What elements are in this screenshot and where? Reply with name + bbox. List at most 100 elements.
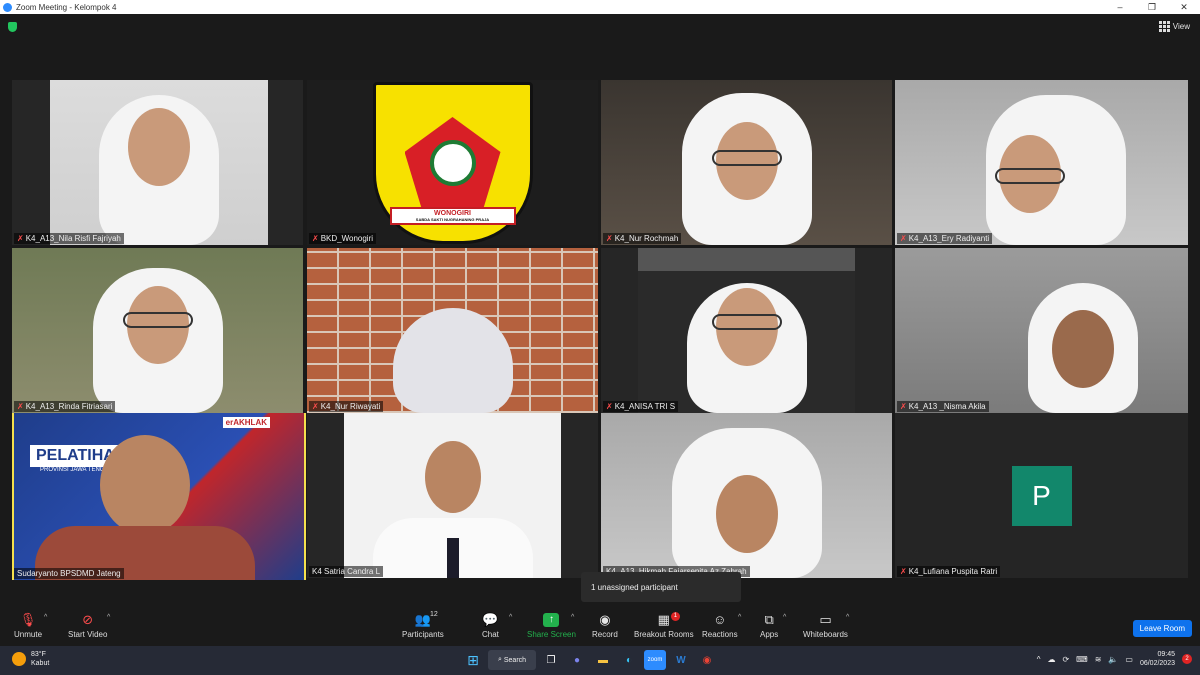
participant-name-label: ✗ K4_A13_Rinda Fitriasari — [14, 401, 116, 412]
participants-count: 12 — [430, 611, 438, 618]
unmute-label: Unmute — [14, 630, 43, 639]
notification-badge[interactable]: 2 — [1182, 654, 1192, 664]
view-button[interactable]: View — [1158, 21, 1190, 32]
file-explorer-icon[interactable]: ▬ — [592, 650, 614, 670]
meeting-topbar: View — [0, 14, 1200, 76]
start-video-button[interactable]: ⊘ Start Video — [68, 610, 107, 639]
taskbar-clock[interactable]: 09:45 06/02/2023 — [1140, 650, 1175, 668]
chrome-icon[interactable]: ◉ — [696, 650, 718, 670]
participant-tile[interactable]: ✗ K4_Nur Riwayati — [307, 248, 598, 413]
participant-video — [638, 248, 855, 413]
reactions-options-caret[interactable]: ^ — [738, 614, 741, 621]
tray-overflow-icon[interactable]: ^ — [1037, 655, 1041, 664]
share-screen-button[interactable]: ↑ Share Screen — [527, 610, 576, 639]
share-screen-label: Share Screen — [527, 630, 576, 639]
record-icon: ◉ — [599, 612, 611, 627]
chat-options-caret[interactable]: ^ — [509, 614, 512, 621]
participant-tile[interactable]: P ✗ K4_Lufiana Puspita Ratri — [895, 413, 1188, 578]
weather-condition: Kabut — [31, 660, 50, 667]
start-video-label: Start Video — [68, 630, 108, 639]
mic-muted-icon: ✗ — [17, 402, 24, 411]
participant-tile[interactable]: K4 Satria Candra L — [307, 413, 598, 578]
taskbar-search[interactable]: ⌕ Search — [488, 650, 536, 670]
wifi-icon[interactable]: ≋ — [1095, 655, 1102, 664]
reactions-button[interactable]: ☺ Reactions — [702, 610, 738, 639]
volume-icon[interactable]: 🔈 — [1108, 655, 1118, 664]
record-button[interactable]: ◉ Record — [592, 610, 618, 639]
windows-start-icon[interactable]: ⊞ — [462, 650, 484, 670]
apps-icon: ⧉ — [764, 612, 774, 627]
participant-video — [895, 80, 1188, 245]
record-label: Record — [592, 630, 618, 639]
whiteboards-button[interactable]: ▭ Whiteboards — [803, 610, 848, 639]
word-icon[interactable]: W — [670, 650, 692, 670]
unmute-button[interactable]: 🎙 Unmute — [14, 610, 42, 639]
edge-browser-icon[interactable]: ◐ — [618, 650, 640, 670]
share-options-caret[interactable]: ^ — [571, 614, 574, 621]
battery-icon[interactable]: ▭ — [1125, 655, 1133, 664]
participant-name: K4_Lufiana Puspita Ratri — [908, 567, 998, 576]
reactions-icon: ☺ — [713, 612, 727, 627]
view-label: View — [1172, 22, 1190, 31]
sync-icon[interactable]: ⟳ — [1062, 655, 1069, 664]
video-options-caret[interactable]: ^ — [107, 614, 110, 621]
close-button[interactable]: ✕ — [1168, 0, 1200, 14]
window-title: Zoom Meeting - Kelompok 4 — [16, 2, 117, 12]
participant-tile[interactable]: WONOGIRI SABDA SAKTI NUGRAHANING PRAJA ✗… — [307, 80, 598, 245]
participant-name-label: ✗ K4_A13_Nila Risfi Fajriyah — [14, 233, 124, 244]
participant-name-label: K4 Satria Candra L — [309, 566, 384, 577]
chat-button[interactable]: 💬 Chat — [482, 610, 499, 639]
logo-ribbon-text: WONOGIRI — [434, 210, 471, 217]
maximize-button[interactable]: ❐ — [1136, 0, 1168, 14]
mic-muted-icon: ✗ — [312, 234, 319, 243]
apps-options-caret[interactable]: ^ — [783, 614, 786, 621]
participant-name: K4_A13 _Nisma Akila — [908, 402, 986, 411]
active-speaker-tile[interactable]: PELATIHAN L PROVINSI JAWA TENGAH erAKHLA… — [12, 413, 306, 580]
teams-chat-icon[interactable]: ● — [566, 650, 588, 670]
zoom-taskbar-icon[interactable]: zoom — [644, 650, 666, 670]
breakout-tooltip: 1 unassigned participant — [581, 572, 741, 602]
leave-room-button[interactable]: Leave Room — [1132, 620, 1192, 637]
participant-name-label: ✗ K4_Nur Rochmah — [603, 233, 682, 244]
participant-tile[interactable]: ✗ K4_ANISA TRI S — [601, 248, 892, 413]
participant-tile[interactable]: ✗ K4_A13_Ery Radiyanti — [895, 80, 1188, 245]
breakout-rooms-button[interactable]: ▦ 1 Breakout Rooms — [634, 610, 694, 639]
whiteboards-options-caret[interactable]: ^ — [846, 614, 849, 621]
task-view-icon[interactable]: ❐ — [540, 650, 562, 670]
breakout-rooms-icon: ▦ 1 — [658, 610, 680, 630]
participant-tile[interactable]: ✗ K4_Nur Rochmah — [601, 80, 892, 245]
audio-options-caret[interactable]: ^ — [44, 614, 47, 621]
participant-name: K4_ANISA TRI S — [614, 402, 676, 411]
participant-tile[interactable]: ✗ K4_A13_Rinda Fitriasari — [12, 248, 303, 413]
search-label: Search — [503, 656, 527, 664]
meeting-toolbar: 🎙 Unmute ^ ⊘ Start Video ^ 👥 12 Particip… — [0, 606, 1200, 646]
participant-name-label: ✗ K4_ANISA TRI S — [603, 401, 679, 412]
ime-icon[interactable]: ⌨ — [1076, 655, 1088, 664]
participant-tile[interactable]: ✗ K4_A13 _Nisma Akila — [895, 248, 1188, 413]
weather-widget[interactable]: 83°F Kabut — [12, 650, 49, 668]
reactions-label: Reactions — [702, 630, 738, 639]
apps-button[interactable]: ⧉ Apps — [760, 610, 778, 639]
participant-video: PELATIHAN L PROVINSI JAWA TENGAH erAKHLA… — [14, 413, 304, 580]
security-shield-icon[interactable] — [8, 22, 17, 32]
search-icon: ⌕ — [497, 656, 502, 663]
video-gallery: ✗ K4_A13_Nila Risfi Fajriyah WONOGIRI SA… — [12, 80, 1188, 580]
share-screen-icon: ↑ — [543, 613, 560, 627]
participant-name: K4_A13_Nila Risfi Fajriyah — [25, 234, 121, 243]
participant-name: K4_Nur Rochmah — [614, 234, 679, 243]
participant-name-label: ✗ K4_A13_Ery Radiyanti — [897, 233, 993, 244]
participant-video — [344, 413, 561, 578]
mic-muted-icon: ✗ — [900, 567, 907, 576]
chat-label: Chat — [482, 630, 499, 639]
participant-tile[interactable]: K4_A13_Hikmah Fajarsenita Az Zahrah — [601, 413, 892, 578]
participant-video — [895, 248, 1188, 413]
participants-button[interactable]: 👥 12 Participants — [402, 610, 444, 639]
minimize-button[interactable]: – — [1104, 0, 1136, 14]
cloud-icon[interactable]: ☁ — [1047, 655, 1055, 664]
participant-video — [12, 248, 303, 413]
mic-muted-icon: ✗ — [900, 234, 907, 243]
banner-akhlak-logo: erAKHLAK — [222, 417, 270, 428]
participant-tile[interactable]: ✗ K4_A13_Nila Risfi Fajriyah — [12, 80, 303, 245]
chat-icon: 💬 — [482, 612, 499, 627]
clock-date: 06/02/2023 — [1139, 660, 1175, 667]
